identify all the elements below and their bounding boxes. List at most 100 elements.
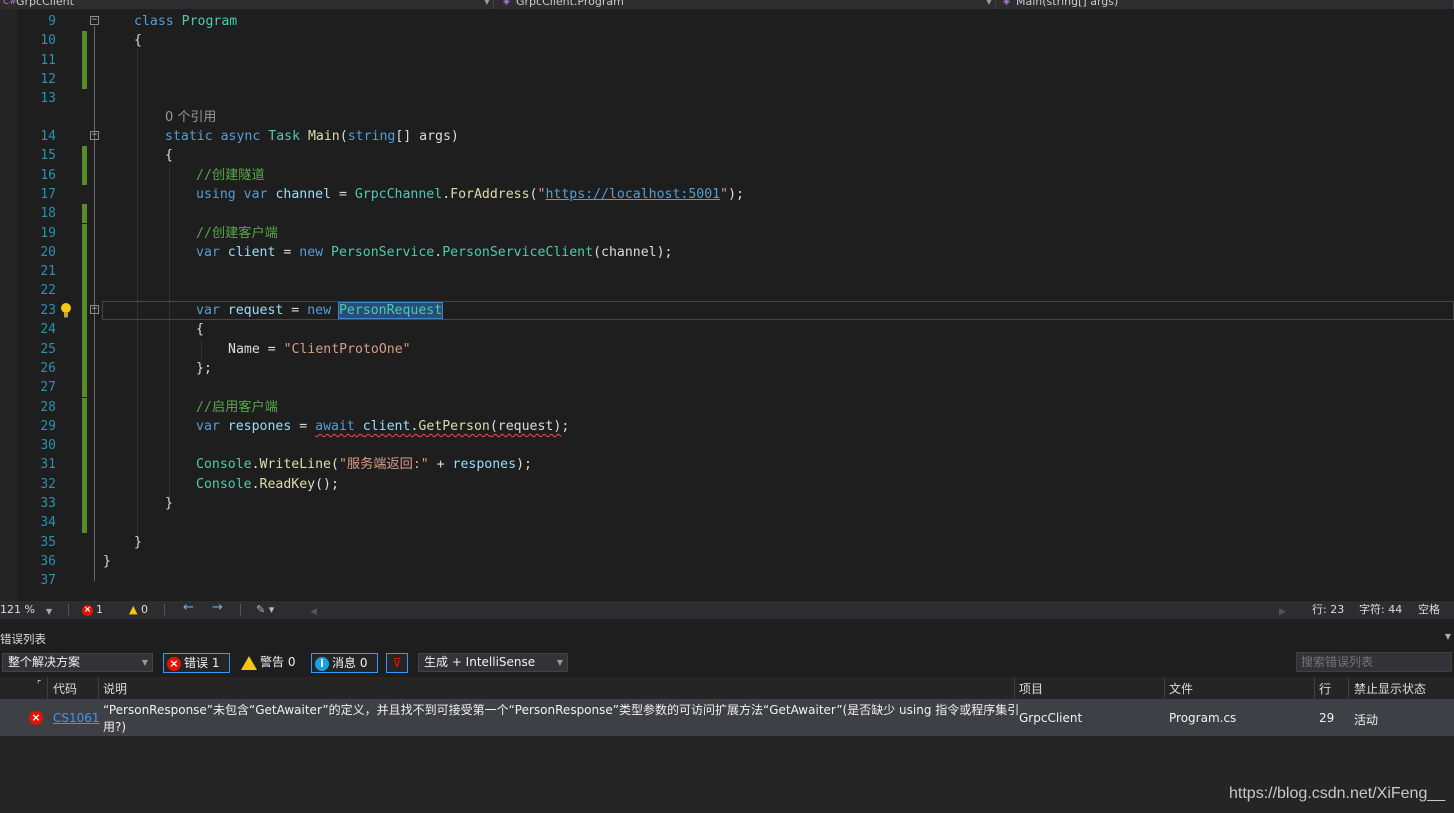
- sort-indicator-icon[interactable]: ⌜: [37, 680, 41, 690]
- code-line: 10 {: [0, 31, 1454, 51]
- code-line: 13: [0, 89, 1454, 108]
- codelens-line: 0 个引用: [0, 108, 1454, 127]
- line-number: 31: [40, 457, 56, 473]
- navigation-bar: C# GrpcClient ▼ ◈ GrpcClient.Program ▼ ◈…: [0, 0, 1454, 9]
- line-number: 11: [40, 52, 56, 68]
- messages-filter-button[interactable]: i 消息 0: [311, 653, 378, 673]
- change-marker: [82, 339, 87, 359]
- line-number: 32: [40, 476, 56, 492]
- column-line[interactable]: 行: [1319, 680, 1331, 697]
- line-number: 29: [40, 418, 56, 434]
- line-number: 35: [40, 534, 56, 550]
- line-number: 26: [40, 360, 56, 376]
- panel-title: 错误列表: [0, 632, 46, 646]
- code-line: 33 }: [0, 494, 1454, 514]
- error-icon: ×: [167, 656, 181, 671]
- error-description-line2: 用?): [103, 720, 127, 734]
- line-number: 16: [40, 167, 56, 183]
- navigate-forward-icon[interactable]: →: [212, 601, 223, 615]
- code-line-current: 23 − var request = new PersonRequest: [0, 301, 1454, 321]
- url-link[interactable]: https://localhost:5001: [545, 187, 720, 202]
- panel-menu-icon[interactable]: ▼: [1445, 632, 1451, 641]
- warnings-indicator[interactable]: ▲ 0: [129, 603, 148, 617]
- collapse-icon[interactable]: −: [90, 305, 99, 314]
- code-line: 27: [0, 378, 1454, 398]
- project-dropdown[interactable]: C# GrpcClient ▼: [0, 0, 494, 9]
- scope-dropdown[interactable]: 整个解决方案 ▼: [2, 653, 153, 672]
- class-dropdown[interactable]: ◈ GrpcClient.Program ▼: [500, 0, 996, 9]
- member-dropdown[interactable]: ◈ Main(string[] args): [1000, 0, 1454, 9]
- error-row[interactable]: × CS1061 “PersonResponse”未包含“GetAwaiter”…: [0, 699, 1454, 736]
- error-icon: ×: [82, 604, 93, 616]
- error-project: GrpcClient: [1019, 711, 1083, 725]
- code-line: 22: [0, 281, 1454, 301]
- class-dropdown-label: GrpcClient.Program: [516, 0, 624, 8]
- line-number: 25: [40, 341, 56, 357]
- line-number: 37: [40, 573, 56, 589]
- change-marker: [82, 281, 87, 301]
- line-number: 22: [40, 283, 56, 299]
- error-file: Program.cs: [1169, 711, 1237, 725]
- chevron-down-icon[interactable]: ▼: [46, 605, 52, 619]
- column-code[interactable]: 代码: [53, 680, 77, 697]
- column-file[interactable]: 文件: [1169, 680, 1193, 697]
- change-marker: [82, 146, 87, 166]
- code-text: var request = new PersonRequest: [196, 302, 444, 319]
- change-marker: [82, 455, 87, 475]
- chevron-down-icon: ▼: [141, 658, 148, 667]
- csharp-project-icon: C#: [3, 0, 17, 7]
- scroll-right-icon[interactable]: ▶: [1279, 605, 1286, 619]
- code-text: Name = "ClientProtoOne": [228, 341, 411, 357]
- collapse-icon[interactable]: −: [90, 16, 99, 25]
- code-text: class Program: [134, 14, 238, 29]
- filter-icon[interactable]: ⊽: [386, 653, 408, 673]
- code-text: Console.ReadKey();: [196, 476, 339, 492]
- change-marker: [82, 31, 87, 51]
- collapse-icon[interactable]: −: [90, 131, 99, 140]
- build-source-dropdown[interactable]: 生成 + IntelliSense ▼: [418, 653, 568, 672]
- error-line: 29: [1319, 711, 1335, 725]
- errors-indicator[interactable]: × 1: [82, 603, 103, 617]
- column-project[interactable]: 项目: [1019, 680, 1043, 697]
- whitespace-mode[interactable]: 空格: [1418, 603, 1440, 617]
- code-text: {: [165, 148, 173, 164]
- build-source-label: 生成 + IntelliSense: [424, 655, 536, 669]
- search-error-list-input[interactable]: [1296, 652, 1452, 672]
- error-suppression-state: 活动: [1354, 713, 1379, 727]
- error-list-header: ⌜ 代码 说明 项目 文件 行 禁止显示状态: [0, 677, 1454, 699]
- warnings-filter-button[interactable]: 警告 0: [238, 653, 304, 673]
- line-number: 18: [40, 206, 56, 222]
- change-marker: [82, 204, 87, 224]
- errors-filter-button[interactable]: × 错误 1: [163, 653, 230, 673]
- change-marker: [82, 50, 87, 70]
- line-number: 23: [40, 303, 56, 318]
- code-line: 19 //创建客户端: [0, 223, 1454, 243]
- code-line: 20 var client = new PersonService.Person…: [0, 242, 1454, 263]
- scroll-left-icon[interactable]: ◀: [310, 605, 317, 619]
- selected-type-name[interactable]: PersonRequest: [337, 302, 444, 319]
- line-number: 24: [40, 322, 56, 338]
- zoom-level[interactable]: 121 %: [0, 603, 35, 617]
- code-text: }: [103, 553, 111, 569]
- change-marker: [82, 397, 87, 417]
- line-number: 21: [40, 264, 56, 280]
- line-number: 13: [40, 91, 56, 107]
- code-editor[interactable]: 9 − class Program 10 { 11 12 13 0 个引用 14…: [0, 9, 1454, 601]
- code-line: 34: [0, 513, 1454, 533]
- change-marker: [82, 262, 87, 282]
- navigate-back-icon[interactable]: ←: [183, 601, 194, 615]
- column-suppression[interactable]: 禁止显示状态: [1354, 680, 1426, 697]
- error-code-link[interactable]: CS1061: [53, 711, 100, 725]
- line-number: 9: [48, 14, 56, 29]
- member-dropdown-label: Main(string[] args): [1016, 0, 1119, 8]
- code-text: using var channel = GrpcChannel.ForAddre…: [196, 186, 744, 202]
- code-comment: //创建隧道: [196, 167, 265, 183]
- column-description[interactable]: 说明: [103, 680, 127, 697]
- references-codelens[interactable]: 0 个引用: [165, 108, 216, 127]
- change-marker: [82, 165, 87, 185]
- class-icon: ◈: [503, 0, 510, 7]
- error-list-title-bar: 错误列表 ▼: [0, 630, 1454, 646]
- brush-icon[interactable]: ✎ ▾: [256, 603, 274, 617]
- warnings-filter-label: 警告 0: [260, 655, 296, 669]
- line-number: 33: [40, 496, 56, 511]
